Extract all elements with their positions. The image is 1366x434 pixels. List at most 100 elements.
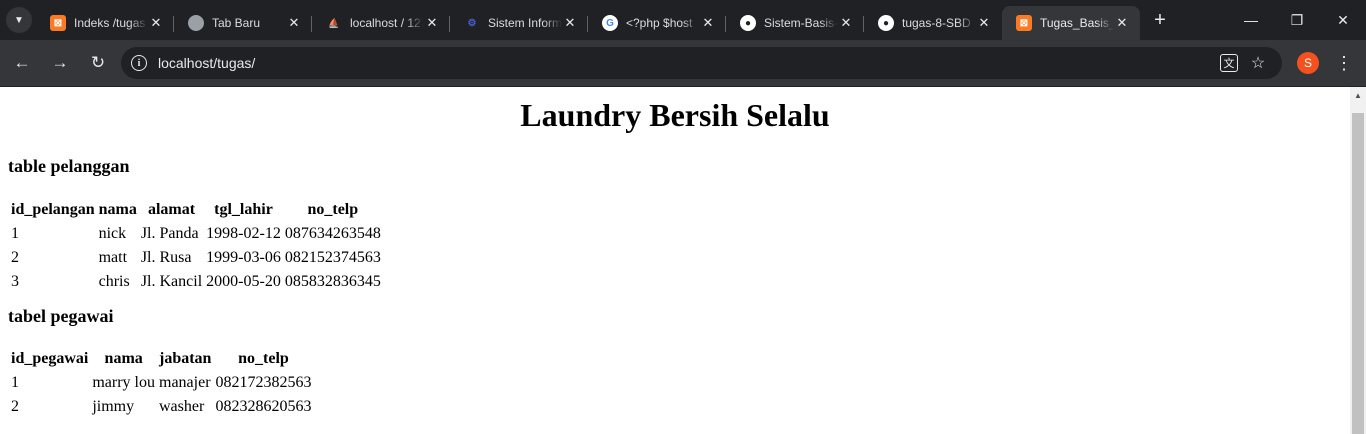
table-cell: washer (159, 398, 205, 415)
table-cell: Jl. Rusa (140, 249, 192, 266)
close-tab-icon[interactable]: ✕ (424, 15, 440, 31)
close-tab-icon[interactable]: ✕ (148, 15, 164, 31)
table-header-row: id_pegawai nama jabatan no_telp (10, 348, 312, 370)
site-icon: ⚙ (467, 17, 477, 29)
tab-localhost-phpmyadmin[interactable]: ⛵ localhost / 127.0.0.1 ✕ (312, 6, 450, 40)
scroll-up-arrow-icon[interactable]: ▲ (1350, 87, 1366, 104)
tab-sistem-basis-data[interactable]: ● Sistem-Basis-Data ✕ (726, 6, 864, 40)
tab-search-chevron-icon[interactable]: ▼ (6, 7, 32, 33)
tab-title: localhost / 127.0.0.1 (350, 16, 424, 30)
minimize-icon[interactable]: — (1228, 0, 1274, 40)
chrome-icon (188, 15, 204, 31)
translate-icon[interactable]: 文 (1220, 54, 1238, 72)
address-bar[interactable]: i localhost/tugas/ 文 ☆ (121, 47, 1282, 79)
xampp-icon: ⊠ (50, 15, 66, 31)
window-controls: — ❐ ✕ (1228, 0, 1366, 40)
browser-toolbar: ← → ↻ i localhost/tugas/ 文 ☆ S ⋮ (0, 40, 1366, 86)
profile-avatar[interactable]: S (1297, 52, 1319, 74)
table-cell: 1 (11, 374, 19, 391)
table-cell: Jl. Kancil (140, 273, 203, 290)
bookmark-star-icon[interactable]: ☆ (1246, 51, 1270, 75)
tab-php-host[interactable]: G <?php $host ✕ (588, 6, 726, 40)
column-header: no_telp (307, 201, 359, 218)
table-cell: 1999-03-06 (206, 249, 281, 266)
tab-tugas-basis-data[interactable]: ⊠ Tugas_Basis_Data ✕ (1002, 6, 1140, 40)
xampp-icon: ⊠ (1016, 15, 1032, 31)
table-row: 2 jimmy washer 082328620563 (10, 396, 312, 418)
table-cell: Jl. Panda (140, 225, 199, 242)
table-cell: manajer (159, 374, 211, 391)
pelanggan-heading: table pelanggan (8, 156, 130, 176)
tab-title: Sistem-Basis-Data (764, 16, 838, 30)
site-info-icon[interactable]: i (131, 55, 147, 71)
tab-title: Sistem Informasi (488, 16, 562, 30)
back-arrow-icon[interactable]: ← (5, 46, 39, 80)
column-header: id_pegawai (11, 350, 89, 367)
address-bar-actions: 文 ☆ (1212, 51, 1270, 75)
column-header: jabatan (159, 350, 212, 367)
pelanggan-table: id_pelangan nama alamat tgl_lahir no_tel… (8, 197, 384, 295)
column-header: no_telp (238, 350, 289, 367)
table-row: 1 marry lou manajer 082172382563 (10, 372, 312, 394)
column-header: alamat (147, 201, 196, 218)
column-header: tgl_lahir (214, 201, 273, 218)
table-cell: jimmy (92, 398, 135, 415)
column-header: nama (104, 350, 143, 367)
tab-sistem-informasi[interactable]: ⚙ Sistem Informasi ✕ (450, 6, 588, 40)
close-tab-icon[interactable]: ✕ (838, 15, 854, 31)
table-cell: 1998-02-12 (206, 225, 281, 242)
table-cell: marry lou (92, 374, 155, 391)
table-cell: 087634263548 (284, 225, 381, 242)
close-tab-icon[interactable]: ✕ (562, 15, 578, 31)
forward-arrow-icon[interactable]: → (43, 46, 77, 80)
table-cell: 2 (11, 249, 19, 266)
table-cell: 3 (11, 273, 19, 290)
column-header: nama (98, 201, 137, 218)
table-cell: 2 (11, 398, 19, 415)
kebab-menu-icon[interactable]: ⋮ (1333, 51, 1355, 75)
restore-icon[interactable]: ❐ (1274, 0, 1320, 40)
table-cell: 1 (11, 225, 19, 242)
github-icon: ● (740, 15, 756, 31)
table-cell: chris (98, 273, 130, 290)
close-tab-icon[interactable]: ✕ (700, 15, 716, 31)
tab-strip: ▼ ⊠ Indeks /tugas ✕ Tab Baru ✕ ⛵ localho… (0, 0, 1366, 40)
tab-list: ⊠ Indeks /tugas ✕ Tab Baru ✕ ⛵ localhost… (36, 0, 1140, 40)
pegawai-heading: tabel pegawai (8, 306, 114, 326)
new-tab-button[interactable]: + (1146, 6, 1174, 34)
column-header: id_pelangan (11, 201, 95, 218)
table-row: 3 chris Jl. Kancil 2000-05-20 0858328363… (10, 271, 382, 293)
tab-indeks-tugas[interactable]: ⊠ Indeks /tugas ✕ (36, 6, 174, 40)
table-cell: 2000-05-20 (206, 273, 281, 290)
table-cell: 085832836345 (284, 273, 381, 290)
table-cell: matt (98, 249, 128, 266)
url-text[interactable]: localhost/tugas/ (158, 55, 255, 71)
github-icon: ● (878, 15, 894, 31)
tab-tab-baru[interactable]: Tab Baru ✕ (174, 6, 312, 40)
tab-tugas-8-sbd[interactable]: ● tugas-8-SBD ✕ (864, 6, 1002, 40)
tab-title: Tugas_Basis_Data (1040, 16, 1114, 30)
table-cell: 082328620563 (215, 398, 312, 415)
table-cell: 082172382563 (215, 374, 312, 391)
tab-title: tugas-8-SBD (902, 16, 971, 30)
table-cell: 082152374563 (284, 249, 381, 266)
close-tab-icon[interactable]: ✕ (1114, 15, 1130, 31)
page-content: Laundry Bersih Selalu table pelanggan id… (0, 87, 1350, 434)
tab-title: <?php $host (626, 16, 693, 30)
table-cell: nick (98, 225, 127, 242)
tab-title: Tab Baru (212, 16, 261, 30)
phpmyadmin-icon: ⛵ (328, 17, 340, 28)
page-title: Laundry Bersih Selalu (520, 97, 830, 133)
close-window-icon[interactable]: ✕ (1320, 0, 1366, 40)
close-tab-icon[interactable]: ✕ (286, 15, 302, 31)
tab-title: Indeks /tugas (74, 16, 146, 30)
scrollbar-thumb[interactable] (1352, 113, 1364, 434)
close-tab-icon[interactable]: ✕ (976, 15, 992, 31)
pegawai-table: id_pegawai nama jabatan no_telp 1 marry … (8, 346, 314, 420)
google-icon: G (602, 15, 618, 31)
table-header-row: id_pelangan nama alamat tgl_lahir no_tel… (10, 199, 382, 221)
table-row: 2 matt Jl. Rusa 1999-03-06 082152374563 (10, 247, 382, 269)
reload-icon[interactable]: ↻ (81, 46, 115, 80)
vertical-scrollbar[interactable]: ▲ (1350, 87, 1366, 434)
page-viewport: Laundry Bersih Selalu table pelanggan id… (0, 87, 1366, 434)
